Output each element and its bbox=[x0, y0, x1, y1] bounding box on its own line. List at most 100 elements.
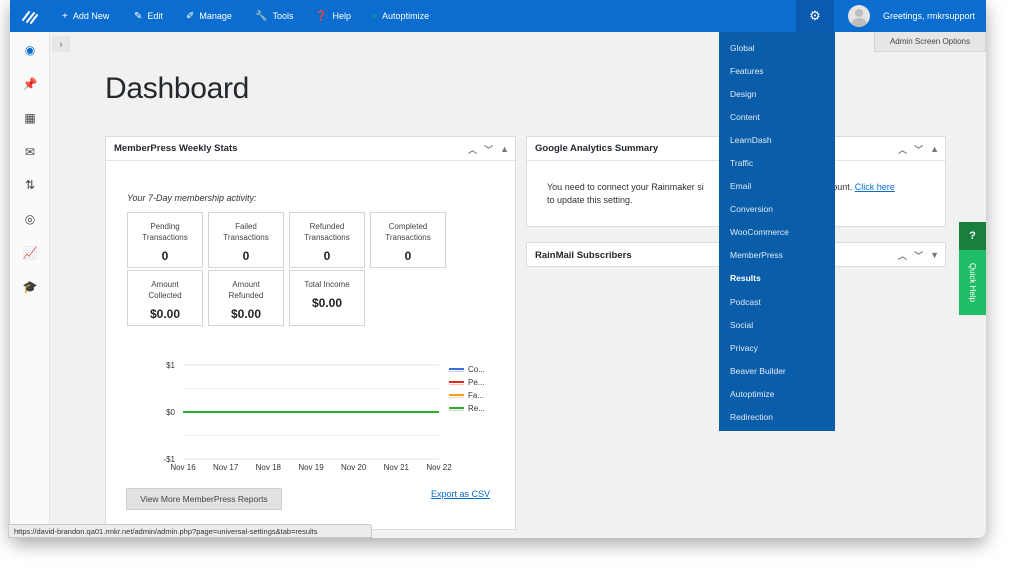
menu-item-content[interactable]: Content bbox=[719, 105, 835, 128]
edit-menu[interactable]: ✎ Edit bbox=[134, 0, 163, 32]
menu-item-learndash[interactable]: LearnDash bbox=[719, 128, 835, 151]
legend-label: Pe... bbox=[468, 378, 484, 387]
grid-icon[interactable]: ▦ bbox=[10, 108, 50, 128]
menu-item-results[interactable]: Results bbox=[719, 267, 835, 290]
click-here-link[interactable]: Click here bbox=[855, 182, 895, 192]
legend-label: Re... bbox=[468, 404, 485, 413]
x-tick-label: Nov 21 bbox=[384, 463, 410, 472]
graduation-cap-icon[interactable]: 🎓 bbox=[10, 277, 50, 297]
browser-window: + Add New ✎ Edit ✐ Manage 🔧 Tools ❓ Help… bbox=[10, 0, 986, 538]
x-tick-label: Nov 20 bbox=[341, 463, 367, 472]
move-down-icon[interactable]: ﹀ bbox=[914, 143, 923, 156]
target-icon[interactable]: ◎ bbox=[10, 209, 50, 229]
menu-item-features[interactable]: Features bbox=[719, 59, 835, 82]
menu-item-traffic[interactable]: Traffic bbox=[719, 151, 835, 174]
avatar-body-shape bbox=[851, 18, 867, 27]
mail-icon[interactable]: ✉ bbox=[10, 142, 50, 162]
dashboard-gauge-icon[interactable]: ◉ bbox=[10, 40, 50, 60]
settings-dropdown-menu: Global Features Design Content LearnDash… bbox=[719, 32, 835, 431]
legend-label: Co... bbox=[468, 365, 485, 374]
question-icon[interactable]: ? bbox=[959, 222, 986, 250]
wrench-icon: 🔧 bbox=[255, 10, 268, 22]
stat-label: Amount Collected bbox=[148, 280, 182, 300]
plus-icon: + bbox=[62, 10, 68, 22]
help-icon: ❓ bbox=[315, 10, 328, 22]
expand-toggle-icon[interactable]: ▼ bbox=[930, 250, 939, 260]
analytics-text-start: You need to connect your Rainmaker si bbox=[547, 182, 704, 192]
arrows-icon[interactable]: ⇅ bbox=[10, 175, 50, 195]
stat-value: 0 bbox=[404, 249, 412, 263]
sidebar-expand-button[interactable]: › bbox=[52, 36, 70, 52]
admin-top-bar: + Add New ✎ Edit ✐ Manage 🔧 Tools ❓ Help… bbox=[10, 0, 986, 32]
x-tick-label: Nov 17 bbox=[213, 463, 239, 472]
stat-failed-transactions: Failed Transactions 0 bbox=[208, 212, 284, 268]
manage-label: Manage bbox=[199, 11, 232, 21]
gear-icon[interactable]: ⚙ bbox=[796, 0, 834, 32]
y-tick-label: $0 bbox=[166, 408, 175, 417]
stat-label: Failed Transactions bbox=[223, 222, 269, 242]
menu-item-autoptimize[interactable]: Autoptimize bbox=[719, 382, 835, 405]
menu-item-conversion[interactable]: Conversion bbox=[719, 198, 835, 221]
admin-screen-options-button[interactable]: Admin Screen Options bbox=[874, 32, 986, 52]
menu-item-design[interactable]: Design bbox=[719, 82, 835, 105]
move-down-icon[interactable]: ﹀ bbox=[484, 143, 493, 156]
move-up-icon[interactable]: ︿ bbox=[898, 143, 907, 156]
menu-item-woocommerce[interactable]: WooCommerce bbox=[719, 221, 835, 244]
view-more-reports-button[interactable]: View More MemberPress Reports bbox=[126, 488, 282, 510]
weekly-stats-line-chart: $1$0-$1Nov 16 Nov 17 Nov 18 Nov 19 Nov 20 Nov… bbox=[163, 361, 485, 472]
menu-item-beaver-builder[interactable]: Beaver Builder bbox=[719, 359, 835, 382]
stat-value: $0.00 bbox=[311, 296, 343, 310]
avatar-head-shape bbox=[855, 9, 863, 17]
move-up-icon[interactable]: ︿ bbox=[898, 249, 907, 262]
x-tick-label: Nov 16 bbox=[170, 463, 196, 472]
quick-help-label-box[interactable]: Quick Help bbox=[959, 250, 986, 315]
export-csv-link[interactable]: Export as CSV bbox=[431, 489, 490, 499]
menu-item-global[interactable]: Global bbox=[719, 36, 835, 59]
pin-icon[interactable]: 📌 bbox=[10, 74, 50, 94]
tools-menu[interactable]: 🔧 Tools bbox=[255, 0, 293, 32]
collapse-toggle-icon[interactable]: ▲ bbox=[930, 144, 939, 154]
stat-value: 0 bbox=[161, 249, 169, 263]
menu-item-redirection[interactable]: Redirection bbox=[719, 406, 835, 429]
stat-total-income: Total Income $0.00 bbox=[289, 270, 365, 326]
menu-item-social[interactable]: Social bbox=[719, 313, 835, 336]
memberpress-weekly-stats-panel: MemberPress Weekly Stats ︿ ﹀ ▲ Your 7-Da… bbox=[105, 136, 516, 530]
rainmaker-logo-icon[interactable] bbox=[10, 0, 50, 32]
menu-item-email[interactable]: Email bbox=[719, 175, 835, 198]
stat-amount-refunded: Amount Refunded $0.00 bbox=[208, 270, 284, 326]
menu-item-memberpress[interactable]: MemberPress bbox=[719, 244, 835, 267]
add-new-menu[interactable]: + Add New bbox=[62, 0, 109, 32]
autoptimize-menu[interactable]: ○ Autoptimize bbox=[371, 0, 429, 32]
x-tick-label: Nov 19 bbox=[298, 463, 324, 472]
stat-label: Total Income bbox=[304, 280, 350, 289]
memberpress-panel-title: MemberPress Weekly Stats bbox=[114, 143, 238, 154]
quick-help-label: Quick Help bbox=[968, 262, 977, 303]
x-tick-label: Nov 22 bbox=[426, 463, 452, 472]
collapse-toggle-icon[interactable]: ▲ bbox=[500, 144, 509, 154]
add-new-label: Add New bbox=[72, 11, 110, 21]
move-up-icon[interactable]: ︿ bbox=[468, 143, 477, 156]
menu-item-privacy[interactable]: Privacy bbox=[719, 336, 835, 359]
user-greeting[interactable]: Greetings, rmkrsupport bbox=[883, 0, 975, 32]
link-status-bar: https://david-brandon.qa01.rmkr.net/admi… bbox=[8, 524, 372, 538]
stat-label: Amount Refunded bbox=[228, 280, 264, 300]
quick-help-tab[interactable]: ? Quick Help bbox=[959, 222, 986, 315]
chart-icon[interactable]: 📈 bbox=[10, 243, 50, 263]
memberpress-panel-header: MemberPress Weekly Stats ︿ ﹀ ▲ bbox=[106, 137, 515, 161]
move-down-icon[interactable]: ﹀ bbox=[914, 249, 923, 262]
help-menu[interactable]: ❓ Help bbox=[315, 0, 351, 32]
pencil-icon: ✎ bbox=[134, 10, 143, 22]
autoptimize-status-icon: ○ bbox=[371, 10, 378, 22]
help-label: Help bbox=[332, 11, 351, 21]
analytics-text-end: to update this setting. bbox=[547, 195, 633, 205]
stat-label: Refunded Transactions bbox=[304, 222, 350, 242]
autoptimize-label: Autoptimize bbox=[382, 11, 430, 21]
manage-menu[interactable]: ✐ Manage bbox=[186, 0, 232, 32]
stat-refunded-transactions: Refunded Transactions 0 bbox=[289, 212, 365, 268]
x-tick-label: Nov 18 bbox=[256, 463, 282, 472]
menu-item-podcast[interactable]: Podcast bbox=[719, 290, 835, 313]
manage-icon: ✐ bbox=[186, 10, 195, 22]
avatar[interactable] bbox=[848, 5, 870, 27]
stat-pending-transactions: Pending Transactions 0 bbox=[127, 212, 203, 268]
stat-value: $0.00 bbox=[149, 307, 181, 321]
